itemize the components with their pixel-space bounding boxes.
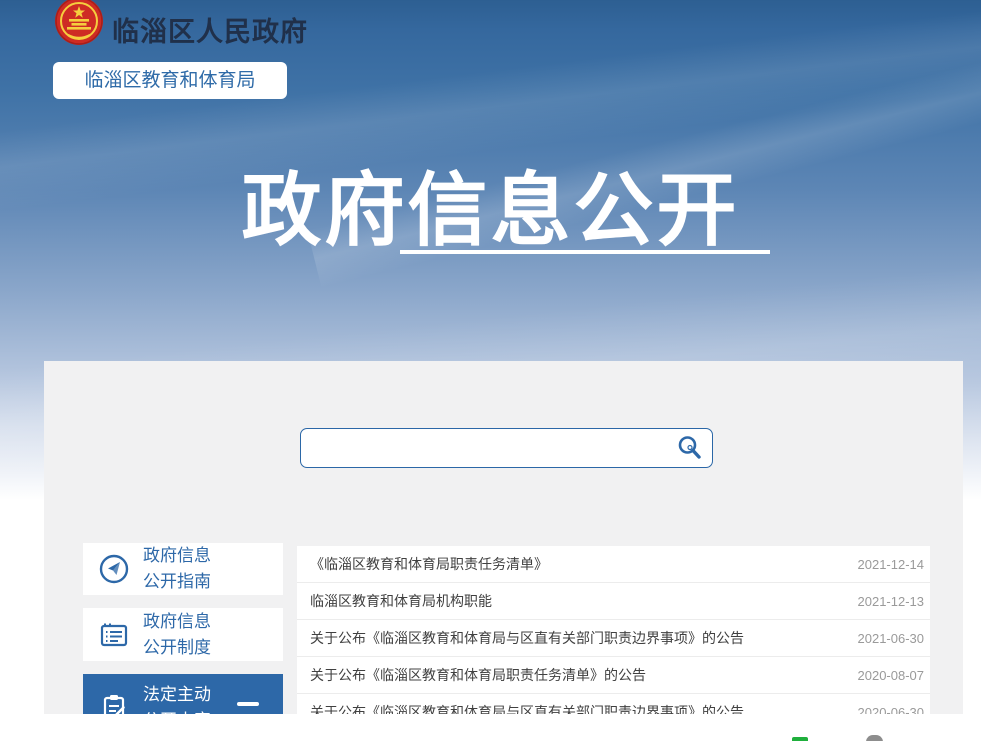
title-underline (400, 250, 770, 254)
article-row[interactable]: 《临淄区教育和体育局职责任务清单》 2021-12-14 (297, 546, 930, 583)
footer-band (44, 714, 963, 741)
search-icon (676, 434, 702, 463)
page: 临淄区人民政府 临淄区教育和体育局 政府信息公开 (0, 0, 981, 741)
search-bar (300, 428, 713, 468)
article-date: 2021-12-14 (858, 557, 925, 572)
article-link[interactable]: 临淄区教育和体育局机构职能 (310, 591, 492, 611)
page-title: 政府信息公开 (0, 146, 981, 262)
article-link[interactable]: 关于公布《临淄区教育和体育局职责任务清单》的公告 (310, 665, 646, 685)
gov-site-title[interactable]: 临淄区人民政府 (112, 10, 308, 49)
article-list: 《临淄区教育和体育局职责任务清单》 2021-12-14 临淄区教育和体育局机构… (297, 546, 930, 731)
article-date: 2021-06-30 (858, 631, 925, 646)
department-button[interactable]: 临淄区教育和体育局 (53, 62, 287, 99)
wechat-icon[interactable] (792, 737, 808, 741)
sidebar-item-label: 政府信息 公开指南 (143, 543, 211, 595)
article-date: 2021-12-13 (858, 594, 925, 609)
sidebar-item-system[interactable]: 政府信息 公开制度 (83, 608, 283, 661)
article-link[interactable]: 《临淄区教育和体育局职责任务清单》 (310, 554, 548, 574)
article-row[interactable]: 临淄区教育和体育局机构职能 2021-12-13 (297, 583, 930, 620)
document-icon (97, 618, 131, 652)
collapse-minus-icon[interactable] (237, 702, 259, 706)
search-button[interactable] (666, 429, 712, 467)
article-row[interactable]: 关于公布《临淄区教育和体育局职责任务清单》的公告 2020-08-07 (297, 657, 930, 694)
sidebar-item-guide[interactable]: 政府信息 公开指南 (83, 543, 283, 595)
compass-icon (97, 552, 131, 586)
sidebar-item-label: 政府信息 公开制度 (143, 609, 211, 661)
article-row[interactable]: 关于公布《临淄区教育和体育局与区直有关部门职责边界事项》的公告 2021-06-… (297, 620, 930, 657)
search-input[interactable] (301, 429, 666, 467)
article-date: 2020-08-07 (858, 668, 925, 683)
national-emblem-icon (54, 0, 104, 51)
share-icon[interactable] (866, 735, 883, 741)
article-link[interactable]: 关于公布《临淄区教育和体育局与区直有关部门职责边界事项》的公告 (310, 628, 744, 648)
